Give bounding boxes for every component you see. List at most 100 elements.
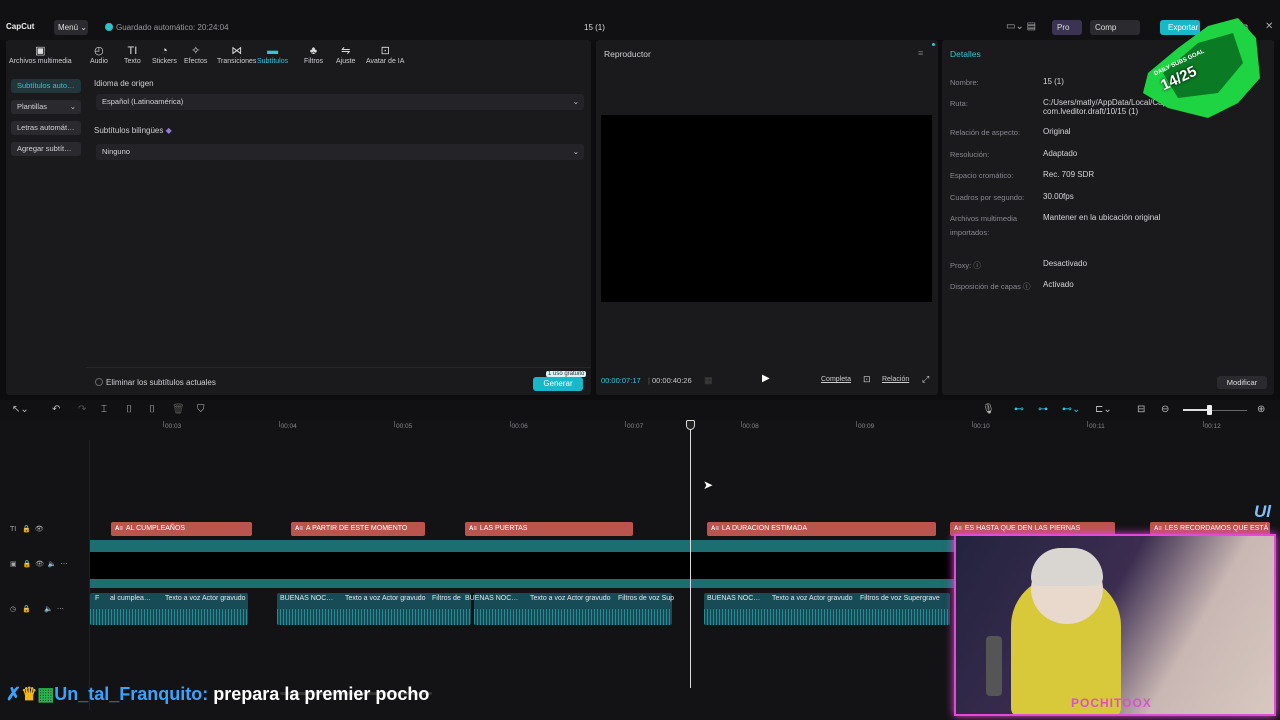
timeline-scope-icon[interactable]: ▦	[704, 375, 713, 386]
sidebar-item-label: Subtítulos auto…	[17, 81, 75, 90]
tool-transitions[interactable]: ⋈ Transiciones	[217, 45, 256, 65]
full-quality-button[interactable]: Completa	[821, 376, 851, 383]
autosave-status: Guardado automático: 20:24:04	[105, 23, 229, 32]
audio-clip-label: Texto a voz Actor gravudo	[530, 595, 611, 602]
video-track-icon: ▣	[10, 561, 17, 568]
status-dot	[932, 43, 935, 46]
eye-icon[interactable]: 👁	[35, 561, 44, 568]
tool-audio[interactable]: ◴ Audio	[90, 45, 108, 65]
split-left-icon[interactable]: ⌷	[126, 404, 132, 415]
microphone-icon[interactable]: 🎙	[982, 404, 995, 415]
speaker-icon[interactable]: 🔈	[44, 606, 53, 613]
detail-key: Nombre:	[950, 78, 979, 87]
menu-button[interactable]: Menú ⌄	[54, 20, 88, 35]
source-language-label: Idioma de origen	[94, 79, 154, 88]
menu-label: Menú	[58, 23, 79, 32]
sidebar-item[interactable]: Letras automát…	[11, 121, 81, 135]
tool-filters[interactable]: ♣ Filtros	[304, 45, 323, 65]
lock-icon[interactable]: 🔒	[22, 526, 31, 533]
bilingual-select[interactable]: Ninguno ⌄	[96, 144, 584, 160]
subtitle-clip[interactable]: A≡ AL CUMPLEAÑOS	[111, 522, 252, 536]
snap-icon[interactable]: ⊷⌄	[1062, 404, 1080, 415]
lock-icon[interactable]: 🔒	[22, 606, 31, 613]
link-icon[interactable]: ⊷	[1014, 404, 1024, 415]
redo-icon[interactable]: ↷	[78, 404, 86, 415]
text-track-icon: TI	[10, 526, 17, 533]
eye-icon[interactable]: 👁	[35, 526, 44, 533]
radio-icon	[95, 378, 103, 386]
generate-button[interactable]: Generar	[533, 377, 583, 391]
caption-icon[interactable]: ⊟	[1137, 404, 1145, 415]
delete-icon[interactable]: 🗑	[172, 404, 185, 415]
source-language-select[interactable]: Español (Latinoamérica) ⌄	[96, 94, 584, 110]
magnet-icon[interactable]: ⊶	[1038, 404, 1048, 415]
more-icon[interactable]: ⋯	[57, 606, 64, 613]
tool-effects[interactable]: ✧ Efectos	[184, 45, 207, 65]
tool-sticker[interactable]: ◔ Stickers	[152, 45, 177, 65]
audio-clip-label: Filtros de voz Supergrave	[860, 595, 940, 602]
tool-text[interactable]: TI Texto	[124, 45, 141, 65]
time-tick: 00:03	[162, 421, 182, 430]
preview-axis-icon[interactable]: ⊏⌄	[1095, 404, 1112, 415]
split-right-icon[interactable]: ⌷	[149, 404, 155, 415]
speaker-icon[interactable]: 🔈	[48, 561, 57, 568]
menu-icon[interactable]: ≡	[918, 48, 923, 58]
sidebar-item[interactable]: Agregar subtít…	[11, 142, 81, 156]
chat-message: ✗♛▦Un_tal_Franquito: prepara la premier …	[6, 684, 429, 705]
tool-media[interactable]: ▣ Archivos multimedia	[9, 45, 72, 65]
webcam-name: POCHITOOX	[1071, 696, 1152, 710]
pro-button[interactable]: Pro	[1052, 20, 1082, 35]
lock-icon[interactable]: 🔒	[22, 561, 31, 568]
layout-icon[interactable]: ▭⌄ ▤	[1006, 21, 1036, 32]
tool-subtitles[interactable]: ▬ Subtítulos	[257, 45, 288, 65]
tool-label: Texto	[124, 58, 141, 65]
shield-icon[interactable]: ⛉	[197, 404, 205, 415]
zoom-out-icon[interactable]: ⊖	[1161, 404, 1169, 415]
detail-value: Original	[1043, 127, 1071, 136]
sidebar-item[interactable]: Subtítulos auto…	[11, 79, 81, 93]
audio-track-icon: ◷	[10, 606, 17, 613]
play-icon[interactable]: ▶	[762, 373, 770, 384]
close-icon[interactable]: ✕	[1265, 21, 1273, 32]
detail-key: Resolución:	[950, 150, 990, 159]
playhead[interactable]	[690, 420, 691, 688]
sidebar-item[interactable]: Plantillas ⌄	[11, 100, 81, 114]
time-tick: 00:04	[278, 421, 297, 430]
snapshot-icon[interactable]: ⊡	[863, 374, 871, 385]
more-icon[interactable]: ⋯	[60, 561, 67, 568]
share-button[interactable]: Comp	[1090, 20, 1140, 35]
zoom-in-icon[interactable]: ⊕	[1257, 404, 1265, 415]
share-label: Comp	[1095, 23, 1117, 32]
fullscreen-icon[interactable]: ⤢	[922, 374, 929, 385]
detail-value: com.lveditor.draft/10/15 (1)	[1043, 107, 1139, 116]
select-tool-icon[interactable]: ↖⌄	[12, 404, 29, 415]
chevron-down-icon: ⌄	[80, 23, 87, 32]
video-preview[interactable]	[601, 115, 932, 302]
subtitle-clip[interactable]: A≡ LAS PUERTAS	[465, 522, 633, 536]
aspect-ratio-button[interactable]: Relación	[882, 376, 909, 383]
modify-button[interactable]: Modificar	[1217, 376, 1267, 389]
subtitle-clip-text: LA DURACION ESTIMADA	[721, 525, 808, 532]
timeline-toolbar: ↖⌄ ↶ ↷ ⌶ ⌷ ⌷ 🗑 ⛉ 🎙 ⊷ ⊶ ⊷⌄ ⊏⌄ ⊟ ⊖ ⊕	[0, 400, 1280, 420]
split-icon[interactable]: ⌶	[101, 404, 107, 415]
detail-key: importados:	[950, 228, 990, 237]
generate-label: Generar	[543, 379, 573, 388]
subtitle-clip[interactable]: A≡ A PARTIR DE ESTE MOMENTO	[291, 522, 425, 536]
subtitle-clip[interactable]: A≡ LA DURACION ESTIMADA	[707, 522, 936, 536]
video-clip-band[interactable]	[90, 540, 960, 552]
tool-ai-avatar[interactable]: ⊡ Avatar de IA	[366, 45, 404, 65]
detail-key: Espacio cromático:	[950, 171, 1014, 180]
remove-current-toggle[interactable]: Eliminar los subtítulos actuales	[95, 378, 216, 387]
text-clip-icon: A≡	[469, 526, 477, 532]
tool-adjust[interactable]: ⇋ Ajuste	[336, 45, 355, 65]
video-clip-band[interactable]	[90, 579, 960, 588]
playhead-handle[interactable]	[686, 420, 695, 430]
tool-label: Stickers	[152, 58, 177, 65]
current-time: 00:00:07:17	[601, 376, 641, 385]
text-clip-icon: A≡	[954, 526, 962, 532]
project-title: 15 (1)	[584, 23, 605, 32]
video-clip[interactable]	[90, 552, 960, 579]
zoom-slider-thumb[interactable]	[1207, 405, 1212, 415]
undo-icon[interactable]: ↶	[52, 404, 60, 415]
capcut-window: CapCut Menú ⌄ Guardado automático: 20:24…	[0, 0, 1280, 720]
